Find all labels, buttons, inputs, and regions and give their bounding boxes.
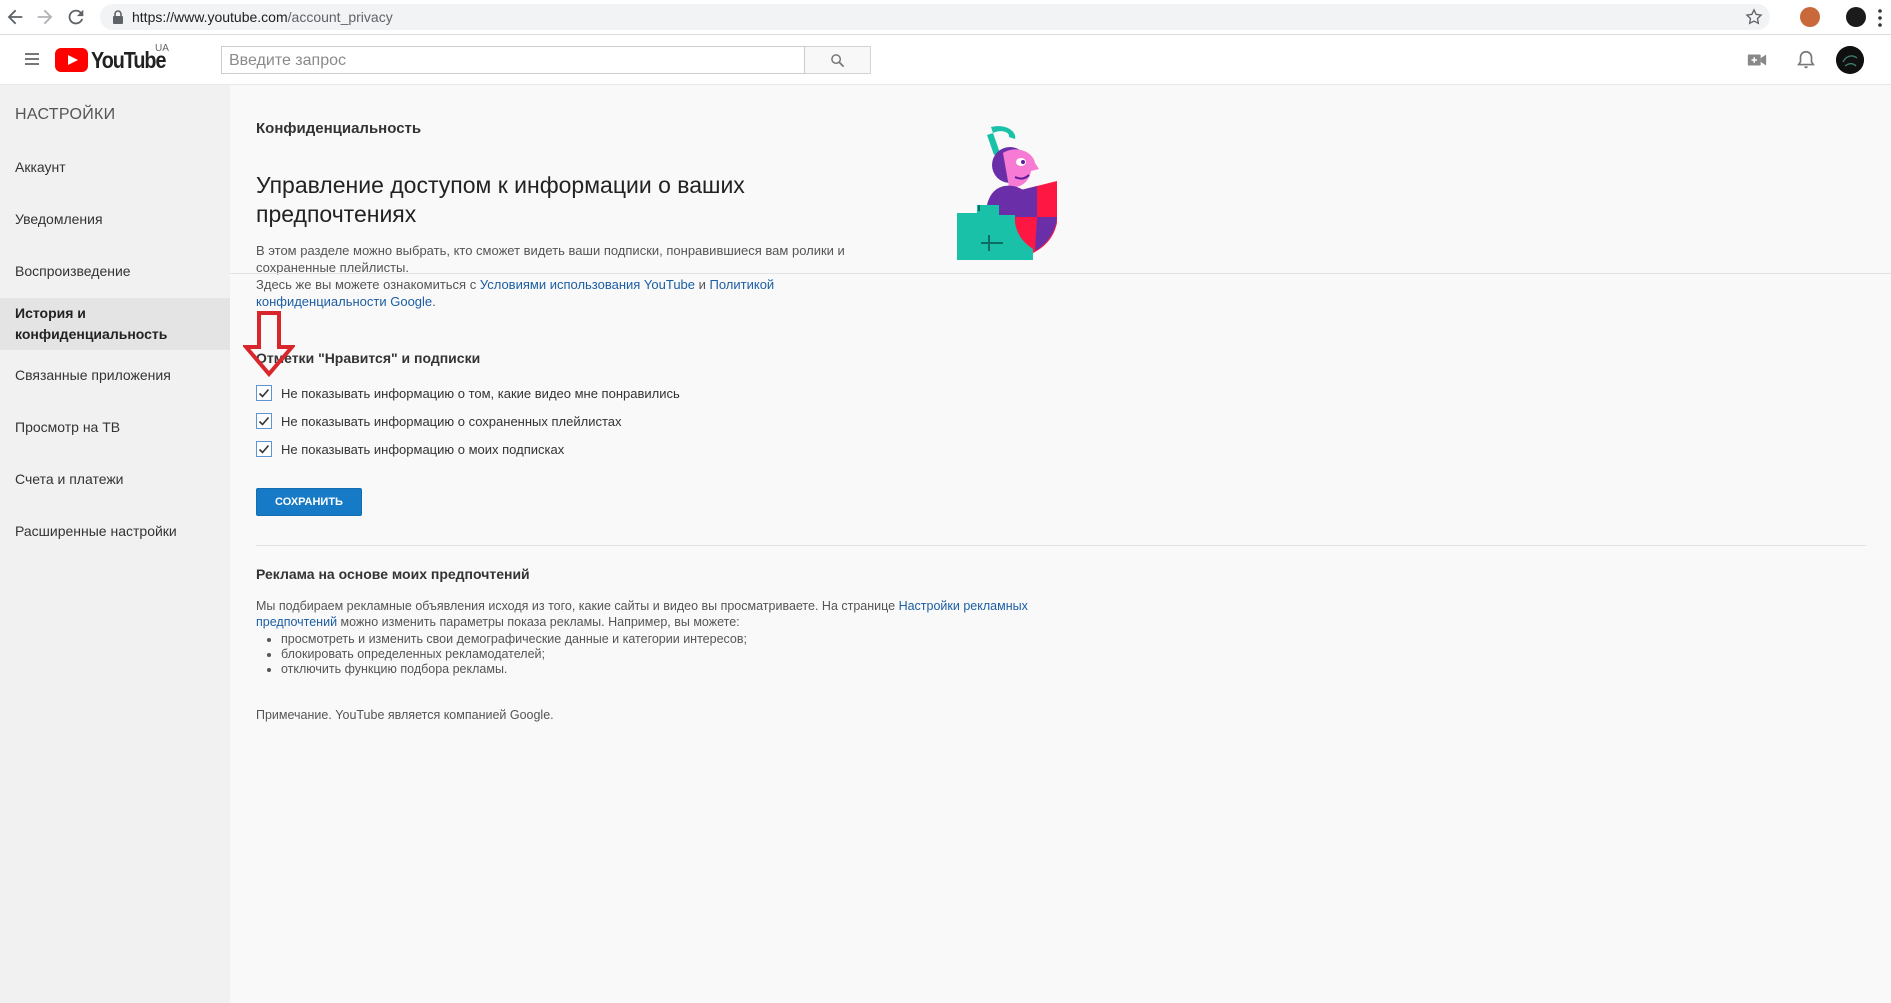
sidebar-item-connected-apps[interactable]: Связанные приложения [0, 367, 230, 383]
ads-preferences-title: Реклама на основе моих предпочтений [256, 566, 530, 582]
sidebar-item-watch-on-tv[interactable]: Просмотр на ТВ [0, 419, 230, 435]
url-text: https://www.youtube.com/account_privacy [132, 9, 393, 25]
checkmark-icon [258, 444, 270, 454]
extension-icon[interactable] [1800, 7, 1820, 27]
checkbox-label: Не показывать информацию о сохраненных п… [281, 414, 622, 429]
ads-desc-prefix: Мы подбираем рекламные объявления исходя… [256, 599, 899, 613]
youtube-logo[interactable]: YouTube UA [55, 43, 175, 73]
liked-videos-checkbox[interactable] [256, 385, 272, 401]
sidebar-item-billing[interactable]: Счета и платежи [0, 471, 230, 487]
youtube-terms-link[interactable]: Условиями использования YouTube [480, 277, 695, 292]
sidebar-title: НАСТРОЙКИ [15, 106, 116, 123]
address-bar[interactable]: https://www.youtube.com/account_privacy [100, 4, 1770, 30]
browser-menu-icon[interactable] [1876, 8, 1884, 28]
section-divider [230, 273, 1891, 274]
list-item: просмотреть и изменить свои демографичес… [281, 632, 747, 647]
checkbox-row-subscriptions[interactable]: Не показывать информацию о моих подписка… [256, 441, 856, 459]
profile-icon[interactable] [1846, 7, 1866, 27]
logo-country-code: UA [155, 43, 169, 54]
privacy-headline: Управление доступом к информации о ваших… [256, 172, 745, 227]
checkbox-row-liked-videos[interactable]: Не показывать информацию о том, какие ви… [256, 385, 856, 403]
forward-arrow-icon[interactable] [34, 6, 56, 28]
youtube-play-icon [55, 48, 88, 72]
checkmark-icon [258, 416, 270, 426]
page-title: Конфиденциальность [256, 120, 422, 137]
checkmark-icon [258, 388, 270, 398]
search-icon [831, 54, 845, 68]
lock-icon [113, 10, 123, 24]
avatar-image-icon [1836, 46, 1864, 74]
search-button[interactable] [805, 46, 871, 74]
checkbox-label: Не показывать информацию о том, какие ви… [281, 386, 680, 401]
desc-line1: В этом разделе можно выбрать, кто сможет… [256, 243, 845, 275]
reload-icon[interactable] [65, 6, 87, 28]
hamburger-menu-icon[interactable] [22, 50, 44, 68]
section-divider [256, 545, 1866, 546]
url-path: /account_privacy [287, 9, 393, 25]
sidebar-item-playback[interactable]: Воспроизведение [0, 263, 230, 279]
desc-line2-prefix: Здесь же вы можете ознакомиться с [256, 277, 480, 292]
sidebar-item-account[interactable]: Аккаунт [0, 159, 230, 175]
youtube-header: YouTube UA Введите запрос [0, 35, 1891, 85]
list-item: отключить функцию подбора рекламы. [281, 662, 747, 677]
subscriptions-checkbox[interactable] [256, 441, 272, 457]
url-host: https://www.youtube.com [132, 9, 288, 25]
checkbox-row-saved-playlists[interactable]: Не показывать информацию о сохраненных п… [256, 413, 856, 431]
sidebar-item-history-privacy[interactable]: История и конфиденциальность [0, 298, 230, 350]
annotation-down-arrow-icon [243, 311, 295, 377]
sidebar-item-notifications[interactable]: Уведомления [0, 211, 230, 227]
sidebar-item-advanced[interactable]: Расширенные настройки [0, 523, 230, 539]
bookmark-star-icon[interactable] [1744, 7, 1764, 27]
privacy-description: В этом разделе можно выбрать, кто сможет… [256, 242, 876, 310]
browser-toolbar: https://www.youtube.com/account_privacy [0, 0, 1891, 35]
privacy-illustration [957, 126, 1057, 260]
main-content: Конфиденциальность Управление доступом к… [230, 85, 1891, 1003]
ads-desc-suffix: можно изменить параметры показа рекламы.… [337, 615, 740, 629]
save-button[interactable]: СОХРАНИТЬ [256, 488, 362, 516]
checkbox-label: Не показывать информацию о моих подписка… [281, 442, 565, 457]
saved-playlists-checkbox[interactable] [256, 413, 272, 429]
desc-end: . [432, 294, 436, 309]
back-arrow-icon[interactable] [4, 6, 26, 28]
search-input[interactable]: Введите запрос [221, 46, 805, 74]
list-item: блокировать определенных рекламодателей; [281, 647, 747, 662]
settings-sidebar: НАСТРОЙКИ Аккаунт Уведомления Воспроизве… [0, 85, 230, 1003]
google-company-note: Примечание. YouTube является компанией G… [256, 708, 554, 722]
upload-video-icon[interactable] [1746, 49, 1768, 71]
ads-description: Мы подбираем рекламные объявления исходя… [256, 598, 1046, 630]
notifications-bell-icon[interactable] [1795, 49, 1817, 71]
ads-options-list: просмотреть и изменить свои демографичес… [256, 632, 747, 677]
account-avatar[interactable] [1836, 46, 1864, 74]
desc-and: и [695, 277, 710, 292]
